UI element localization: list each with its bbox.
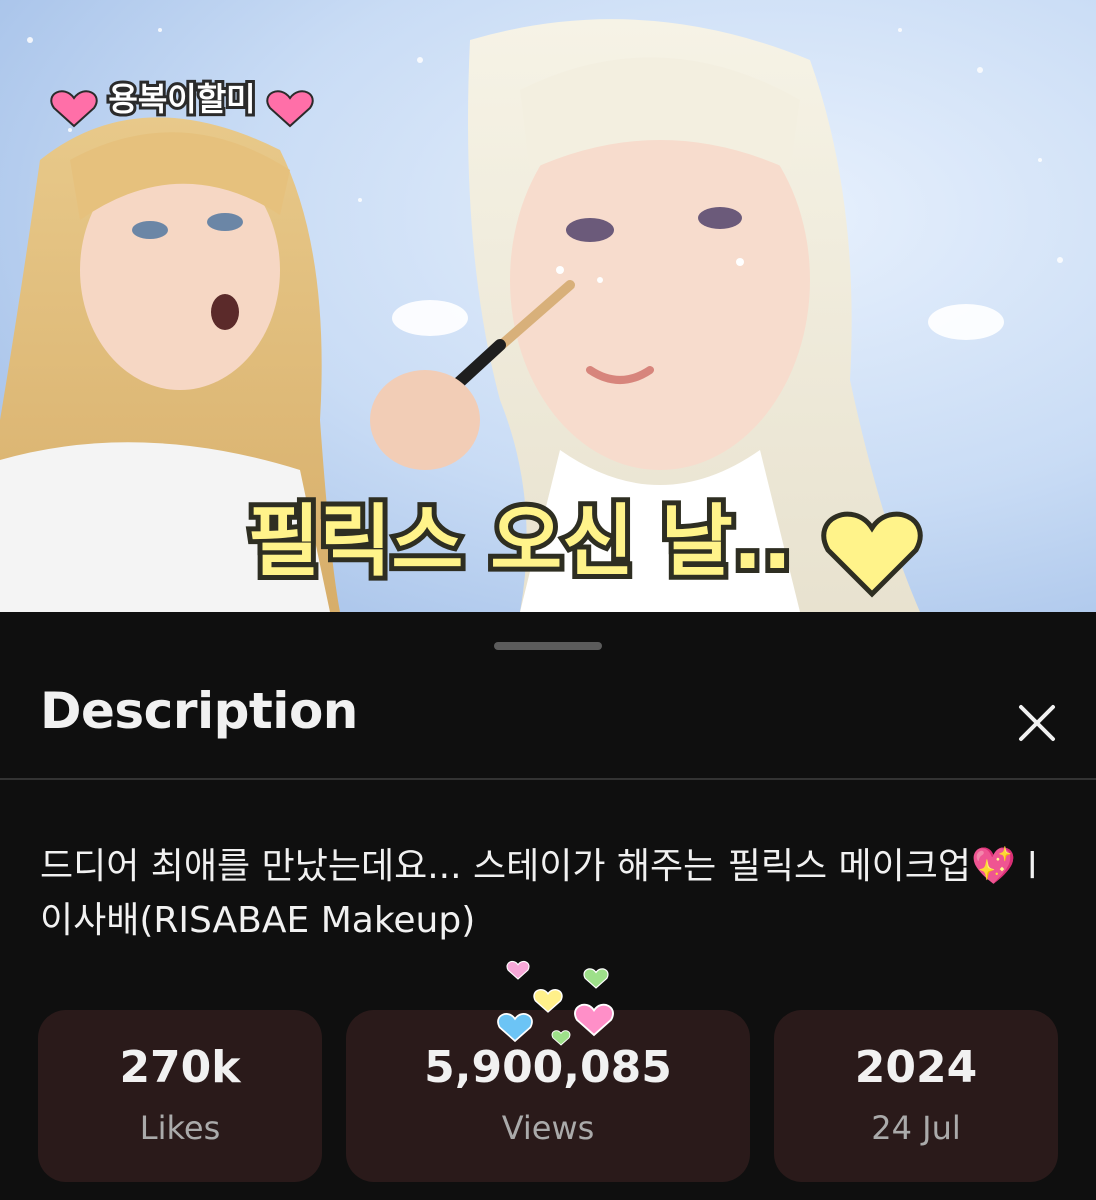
video-title: 드디어 최애를 만났는데요... 스테이가 해주는 필릭스 메이크업💖 l 이사… <box>40 846 1038 941</box>
thumbnail-caption: 필릭스 오신 날.. <box>248 497 792 587</box>
close-button[interactable] <box>1004 690 1070 756</box>
likes-label: Likes <box>139 1109 221 1147</box>
description-sheet: Description 드디어 최애를 만났는데요... 스테이가 해주는 필릭… <box>0 612 1096 1200</box>
thumbnail-badge-text: 용복이할미 <box>108 80 255 118</box>
drag-handle[interactable] <box>494 642 602 650</box>
divider <box>0 778 1096 780</box>
pink-heart-icon <box>506 960 530 980</box>
views-card: 5,900,085 Views <box>346 1010 750 1182</box>
thumbnail-image: 용복이할미 필릭스 오신 날.. <box>0 0 1096 612</box>
video-thumbnail[interactable]: 용복이할미 필릭스 오신 날.. <box>0 0 1096 612</box>
views-count: 5,900,085 <box>424 1042 672 1093</box>
likes-count: 270k <box>119 1042 241 1093</box>
year-value: 2024 <box>854 1042 978 1093</box>
close-icon <box>1019 705 1055 741</box>
date-card: 2024 24 Jul <box>774 1010 1058 1182</box>
likes-card: 270k Likes <box>38 1010 322 1182</box>
sheet-heading: Description <box>40 682 358 740</box>
yellow-heart-icon <box>533 989 563 1013</box>
green-heart-icon <box>583 968 609 989</box>
views-label: Views <box>501 1109 595 1147</box>
date-label: 24 Jul <box>871 1109 961 1147</box>
